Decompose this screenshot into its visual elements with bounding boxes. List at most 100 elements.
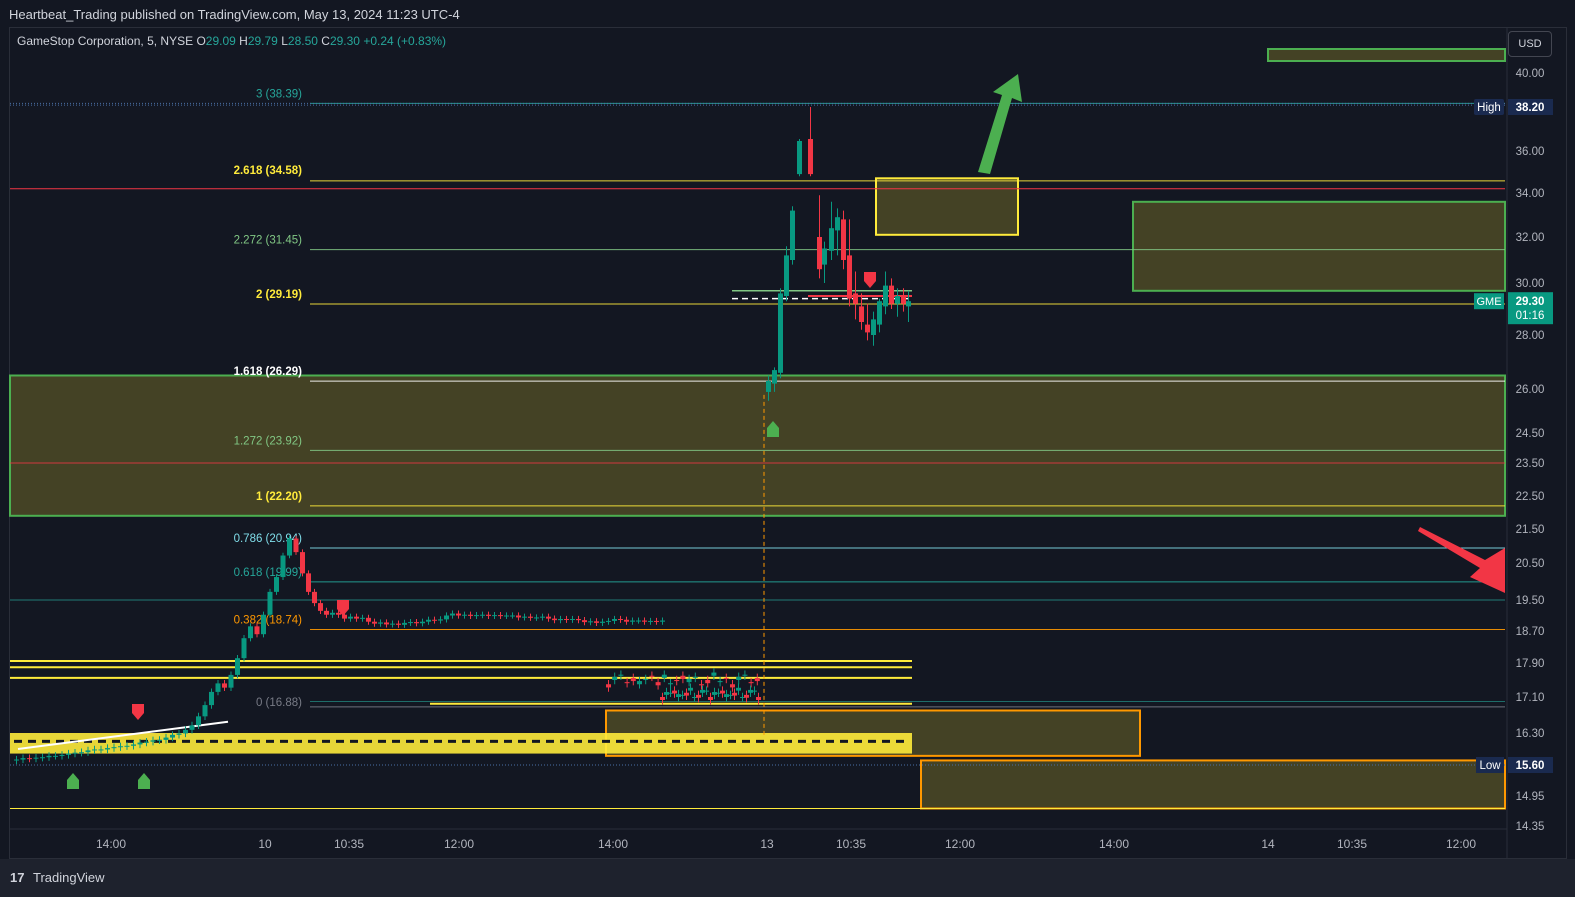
bar-countdown: 01:16 [1516,310,1545,322]
candle-body [384,622,389,625]
time-tick-label: 14:00 [96,837,126,851]
candle-body [630,620,635,622]
high-marker-label: High [1477,102,1501,114]
candle-body [684,692,689,696]
price-tick-label: 30.00 [1516,278,1545,290]
fib-label: 0.618 (19.99) [234,567,303,579]
yellow-band-dash [196,739,204,743]
candle-body [648,620,653,622]
candle-body [176,733,182,735]
yellow-band-dash [798,739,806,743]
candle-body [730,684,735,688]
symbol-title[interactable]: GameStop Corporation, 5, NYSE [17,34,193,48]
yellow-band-dash [728,739,736,743]
candle-body [300,552,305,574]
yellow-band-dash [840,739,848,743]
yellow-band-dash [504,739,512,743]
currency-button[interactable]: USD [1508,31,1552,57]
candle-body [720,690,725,694]
price-tick-label: 14.35 [1516,821,1545,833]
candle-body [510,615,515,617]
time-tick-label: 12:00 [1446,837,1476,851]
candle-body [85,750,91,753]
candle-body [756,697,761,700]
last-price-value: 29.30 [1516,296,1545,308]
price-tick-label: 40.00 [1516,68,1545,80]
candle-body [209,691,214,706]
candle-body [835,217,840,231]
yellow-band-dash [112,739,120,743]
fib-label: 3 (38.39) [256,88,302,100]
candle-body [426,619,431,622]
yellow-band-dash [308,739,316,743]
yellow-band-dash [280,739,288,743]
change-value: +0.24 (+0.83%) [363,34,447,48]
candle-body [150,740,156,742]
candle-body [649,675,655,677]
yellow-band-dash [210,739,218,743]
yellow-band-dash [378,739,386,743]
right-target-zone [1132,200,1506,292]
candle-body [414,622,419,624]
candle-body [612,618,617,621]
yellow-band-dash [476,739,484,743]
candle-body [847,255,852,299]
time-tick-label: 14:00 [598,837,628,851]
candle-body [748,682,754,684]
high-label: H [239,34,248,48]
candle-body [105,748,110,750]
candle-body [522,616,527,618]
fib-label: 1.618 (26.29) [234,366,303,378]
candle-body [396,623,401,625]
tradingview-brand[interactable]: TradingView [33,870,105,885]
price-chart[interactable]: 3 (38.39) 2.618 (34.58) 2.272 (31.45) 2 (29… [0,0,1575,859]
candle-body [717,681,723,683]
yellow-band-dash [28,739,36,743]
candle-body [736,687,741,691]
candle-body [736,676,742,680]
yellow-band-dash [462,739,470,743]
candle-body [46,755,52,758]
yellow-band-dash [854,739,862,743]
yellow-band [10,733,912,754]
candle-body [674,680,680,682]
candle-body [606,684,611,688]
yellow-band-dash [700,739,708,743]
candle-body [196,716,201,726]
candle-body [267,591,273,615]
candle-body [444,615,449,620]
candle-body [318,603,323,611]
candle-body [330,612,335,615]
tradingview-logo-icon: 17 [10,870,25,885]
close-label: C [321,34,330,48]
lower-orange-zone-2 [920,759,1506,810]
yellow-band-dash [294,739,302,743]
candle-body [877,301,882,325]
yellow-band-dash [616,739,624,743]
candle-body [708,697,713,700]
yellow-band-dash [672,739,680,743]
time-tick-label: 10:35 [1337,837,1367,851]
candle-body [456,613,461,616]
breakout-zone [875,177,1019,236]
candle-body [643,678,649,680]
price-tick-label: 36.00 [1516,146,1545,158]
candle-body [261,614,266,635]
candle-body [624,682,630,684]
candle-body [552,618,557,621]
buy-signal-icon [138,773,150,789]
candle-body [432,619,437,621]
candle-body [636,620,641,622]
candle-body [778,293,783,373]
candle-body [280,555,286,578]
candle-body [98,749,104,751]
candle-body [692,676,698,678]
fib-label: 1.272 (23.92) [234,435,303,447]
candle-body [808,139,813,175]
candle-body [895,296,900,304]
close-value: 29.30 [329,34,360,48]
high-marker-value: 38.20 [1516,102,1545,114]
price-tick-label: 16.30 [1516,728,1545,740]
candle-body [293,538,299,553]
candle-body [696,694,701,698]
